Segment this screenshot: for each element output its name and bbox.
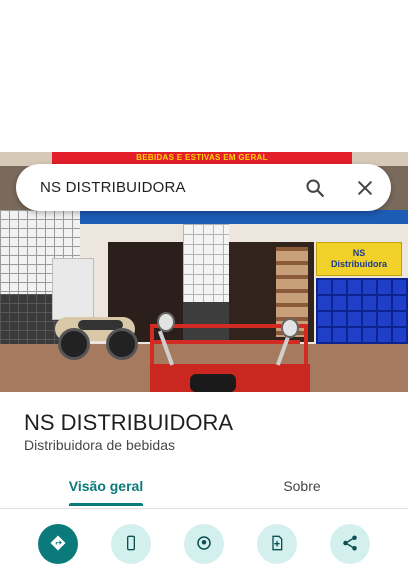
close-icon[interactable]: [352, 175, 378, 201]
location-icon: [195, 524, 213, 557]
mirror-left: [157, 312, 175, 332]
save-icon: [269, 524, 285, 557]
wall-box: [52, 258, 94, 320]
place-category[interactable]: Distribuidora de bebidas: [24, 437, 175, 453]
call-button[interactable]: [111, 524, 151, 564]
motorcycle-wheel-rear: [106, 328, 138, 360]
banner-text: BEBIDAS E ESTIVAS EM GERAL: [136, 153, 268, 162]
cargo-tricycle-rail: [150, 340, 300, 344]
save-button[interactable]: [257, 524, 297, 564]
motorcycle-wheel-front: [58, 328, 90, 360]
blank-header-area: [0, 0, 408, 152]
share-button[interactable]: [330, 524, 370, 564]
store-sign: NS Distribuidora: [316, 242, 402, 276]
directions-button[interactable]: [38, 524, 78, 564]
action-buttons: [0, 520, 408, 564]
search-input[interactable]: NS DISTRIBUIDORA: [40, 179, 186, 196]
place-title: NS DISTRIBUIDORA: [24, 410, 234, 435]
blue-awning: [80, 210, 408, 224]
share-icon: [341, 524, 359, 557]
search-bar[interactable]: NS DISTRIBUIDORA: [16, 164, 391, 211]
search-icon[interactable]: [302, 175, 328, 201]
sign-line2: Distribuidora: [330, 259, 387, 269]
tab-about[interactable]: Sobre: [250, 466, 354, 506]
location-button[interactable]: [184, 524, 224, 564]
tab-overview[interactable]: Visão geral: [53, 466, 159, 506]
directions-icon: [49, 524, 67, 557]
tab-bar: Visão geral Sobre: [0, 466, 408, 509]
cargo-tricycle-seat: [190, 374, 236, 392]
mirror-right: [281, 318, 299, 338]
sign-line1: NS: [352, 248, 366, 258]
phone-icon: [123, 524, 139, 557]
